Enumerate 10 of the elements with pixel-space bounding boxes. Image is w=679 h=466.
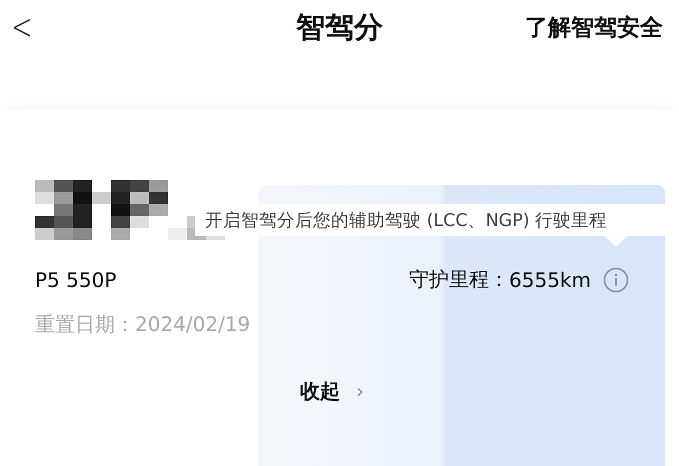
collapse-button[interactable]: 收起 › bbox=[300, 378, 364, 405]
safety-link[interactable]: 了解智驾安全 bbox=[525, 12, 663, 43]
info-icon[interactable] bbox=[603, 266, 629, 292]
mileage-label: 守护里程： bbox=[409, 266, 510, 293]
car-model: P5 550P bbox=[35, 268, 116, 292]
back-button[interactable]: < bbox=[6, 7, 32, 48]
mileage-value: 6555km bbox=[509, 268, 591, 292]
reset-date: 重置日期：2024/02/19 bbox=[35, 311, 252, 338]
page-title: 智驾分 bbox=[296, 8, 383, 46]
tooltip-pointer-icon bbox=[605, 236, 627, 247]
